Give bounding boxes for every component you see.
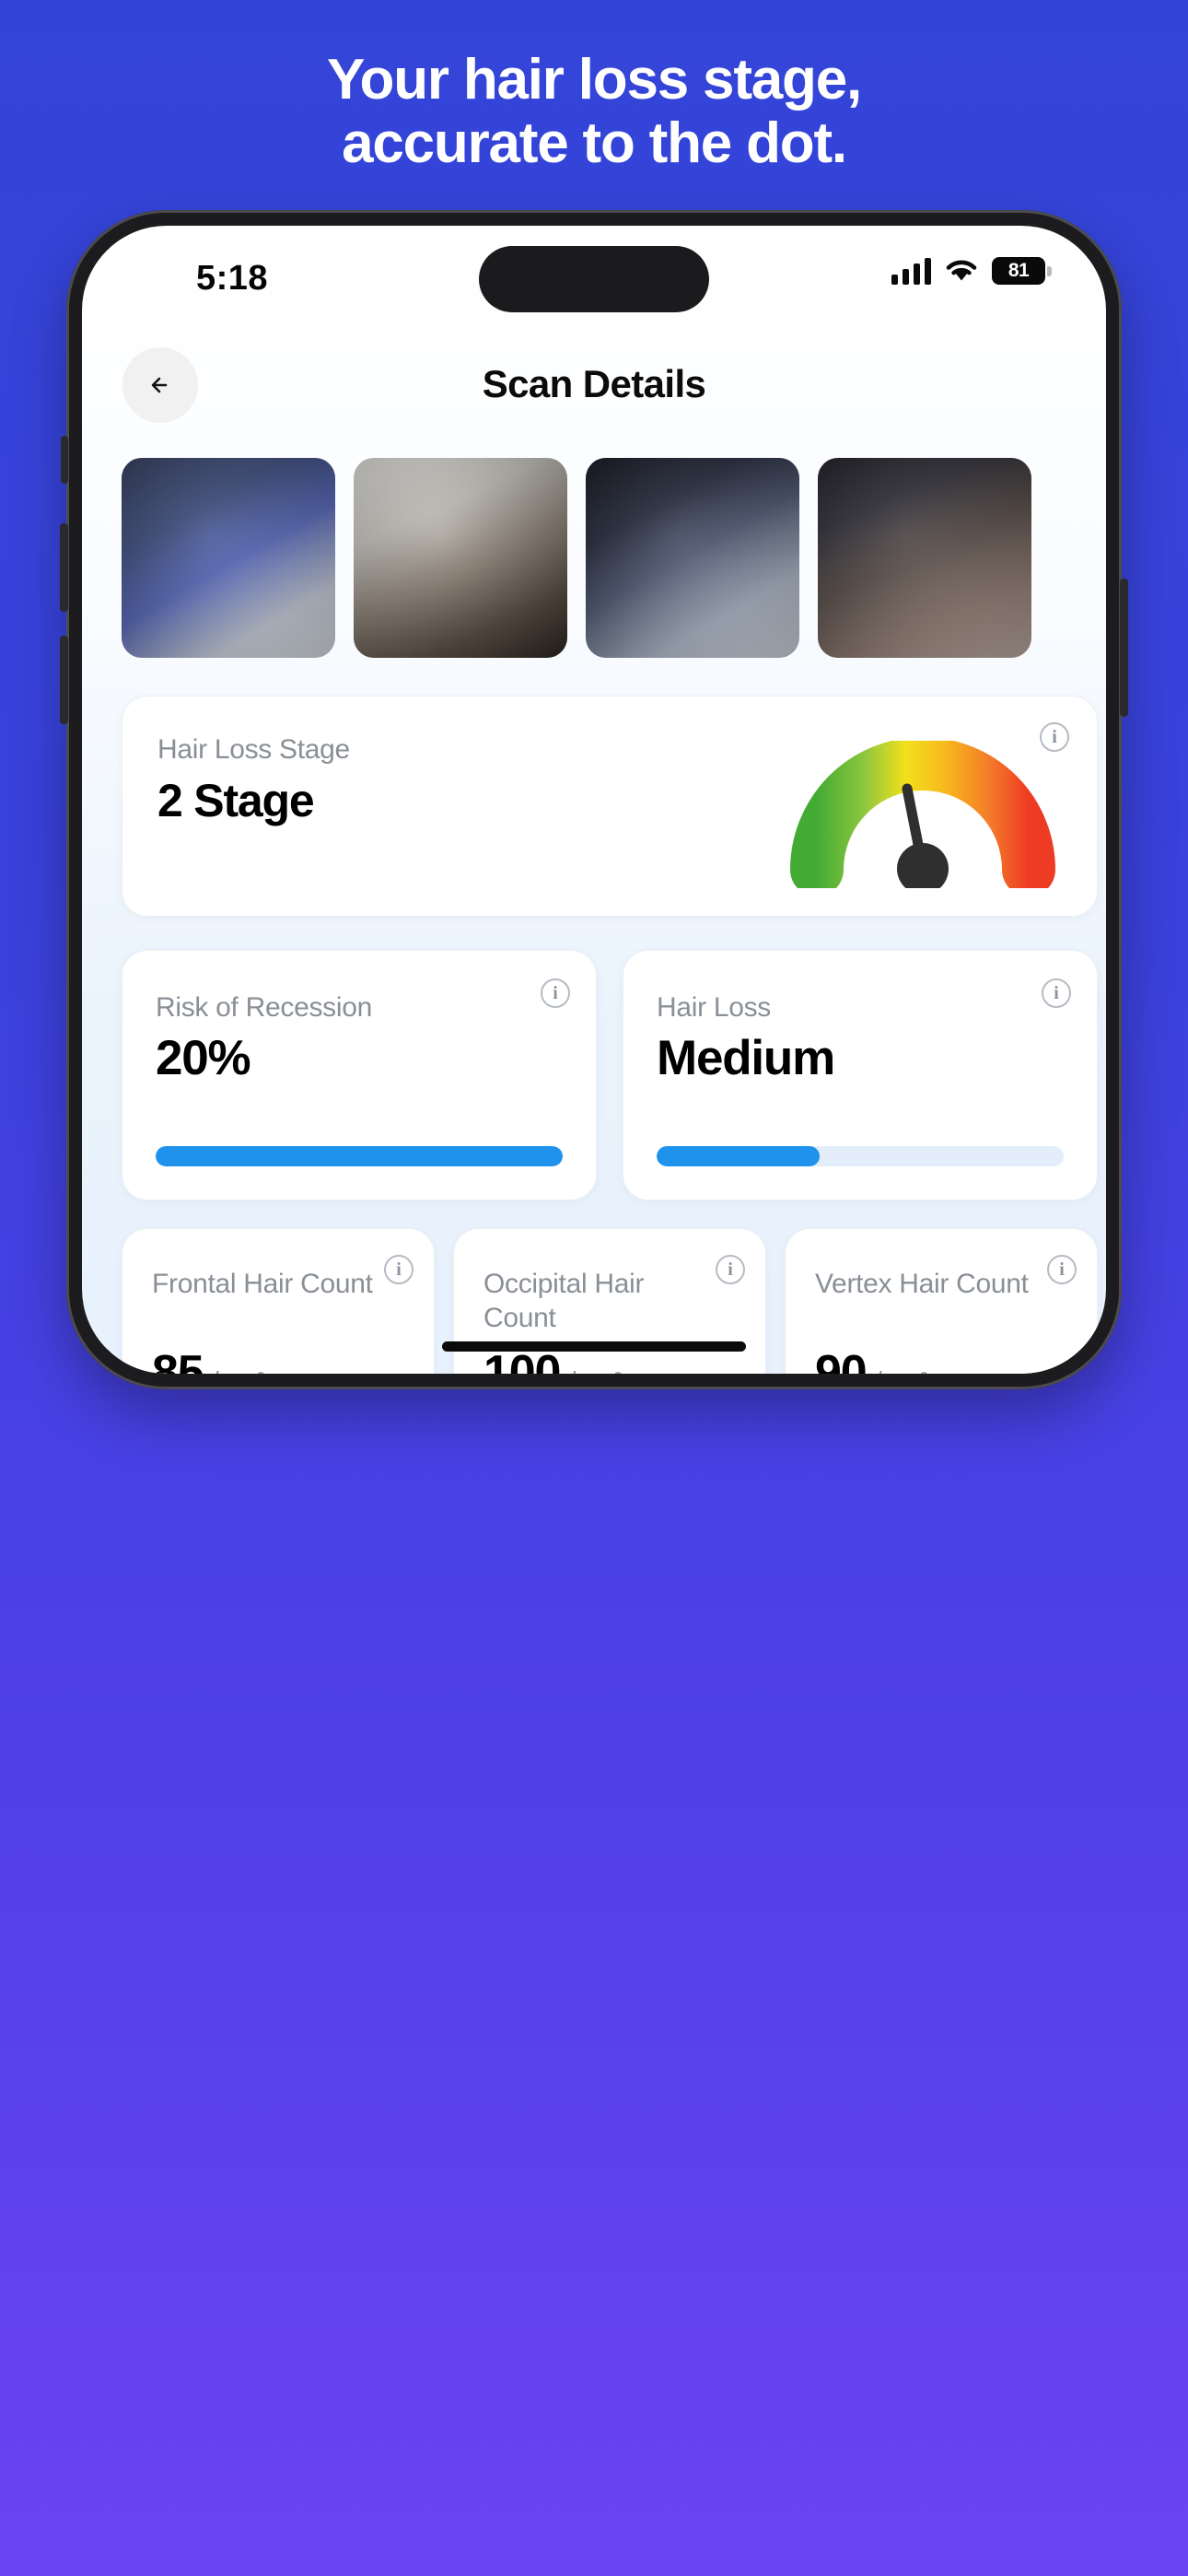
scan-photo-2[interactable] [354,458,567,658]
hair-count-card-row: Frontal Hair Count i 85 / cm² Occipital … [122,1228,1098,1374]
scan-photo-4[interactable] [818,458,1031,658]
metric-card-value: Medium [657,1031,835,1085]
count-card-unit: / cm² [875,1366,927,1374]
wifi-icon [946,260,977,281]
info-icon[interactable]: i [541,978,570,1008]
count-card-unit: / cm² [569,1366,622,1374]
info-icon[interactable]: i [384,1255,413,1284]
phone-mockup: 5:18 81 Scan Details Hair Loss Stage 2 S… [60,210,1128,1389]
volume-down-button[interactable] [60,636,68,724]
status-indicators: 81 [891,257,1052,285]
progress-fill [657,1146,820,1166]
scan-photo-strip[interactable] [82,458,1106,658]
battery-level-label: 81 [1007,260,1030,281]
headline-line-2: accurate to the dot. [342,111,847,176]
hair-loss-card[interactable]: Hair Loss Medium i [623,950,1098,1200]
metric-card-value: 20% [156,1031,251,1085]
progress-fill [156,1146,563,1166]
home-indicator[interactable] [442,1341,746,1352]
metric-card-label: Hair Loss [657,992,772,1023]
nav-bar: Scan Details [82,334,1106,436]
vertex-hair-count-card[interactable]: Vertex Hair Count i 90 / cm² [785,1228,1098,1374]
dynamic-island [479,246,709,312]
info-icon[interactable]: i [1042,978,1071,1008]
count-card-label: Vertex Hair Count [815,1269,1029,1299]
frontal-hair-count-card[interactable]: Frontal Hair Count i 85 / cm² [122,1228,435,1374]
count-card-value-row: 85 / cm² [152,1345,264,1374]
count-card-value: 85 [152,1346,204,1374]
count-card-unit: / cm² [212,1366,264,1374]
risk-of-recession-card[interactable]: Risk of Recession 20% i [122,950,597,1200]
cellular-bars-icon [891,257,931,285]
page-title: Scan Details [482,362,706,405]
stage-card-label: Hair Loss Stage [157,734,350,765]
count-card-value-row: 90 / cm² [815,1345,927,1374]
count-card-value: 90 [815,1346,868,1374]
count-card-label: Occipital Hair Count [483,1269,645,1333]
silence-switch[interactable] [61,436,68,484]
count-card-label: Frontal Hair Count [152,1269,373,1299]
info-icon[interactable]: i [716,1255,745,1284]
progress-track [156,1146,563,1166]
scan-photo-3[interactable] [586,458,799,658]
promo-headline: Your hair loss stage, accurate to the do… [0,48,1188,176]
info-icon[interactable]: i [1047,1255,1077,1284]
metric-card-row: Risk of Recession 20% i Hair Loss Medium… [122,950,1098,1200]
gauge-icon [790,741,1055,888]
phone-screen: 5:18 81 Scan Details Hair Loss Stage 2 S… [82,226,1106,1374]
battery-icon: 81 [992,257,1052,285]
scan-photo-1[interactable] [122,458,335,658]
status-bar: 5:18 81 [82,226,1106,336]
progress-track [657,1146,1064,1166]
power-button[interactable] [1120,579,1128,717]
volume-up-button[interactable] [60,523,68,612]
stage-card-value: 2 Stage [157,775,315,826]
status-time: 5:18 [195,259,269,298]
hair-loss-stage-card[interactable]: Hair Loss Stage 2 Stage i [122,696,1098,917]
occipital-hair-count-card[interactable]: Occipital Hair Count i 100 / cm² [453,1228,766,1374]
headline-line-1: Your hair loss stage, [326,48,862,111]
metric-card-label: Risk of Recession [156,992,372,1023]
